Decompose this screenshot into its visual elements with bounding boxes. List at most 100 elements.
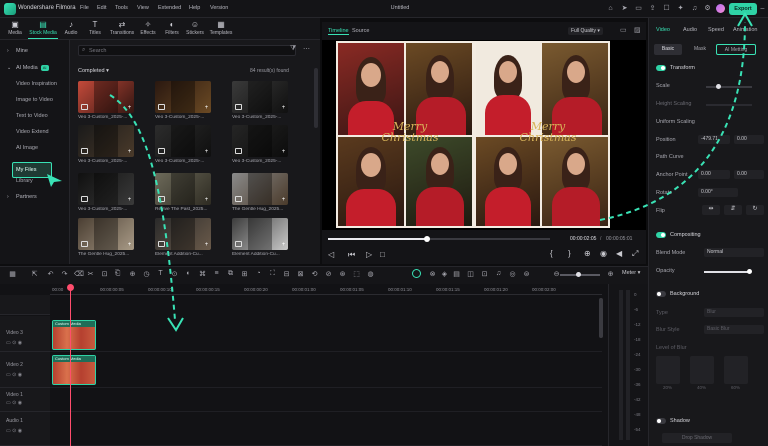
- opacity-slider-knob[interactable]: [747, 269, 752, 274]
- send-icon[interactable]: ➤: [620, 4, 629, 13]
- tab-transitions[interactable]: ⇄ Transitions: [108, 20, 136, 39]
- add-icon[interactable]: +: [203, 149, 210, 156]
- tab-titles[interactable]: T Titles: [84, 20, 106, 39]
- fullscreen-icon[interactable]: ⛶: [268, 270, 277, 278]
- menu-tools[interactable]: Tools: [115, 5, 128, 11]
- tab-animation[interactable]: Animation: [733, 27, 757, 33]
- menu-extended[interactable]: Extended: [158, 5, 181, 11]
- menu-edit[interactable]: Edit: [97, 5, 106, 11]
- scale-slider-knob[interactable]: [716, 84, 721, 89]
- speed-icon[interactable]: ◷: [142, 270, 151, 278]
- notification-icon[interactable]: ♫: [690, 4, 699, 13]
- loop-icon[interactable]: ⟲: [310, 270, 319, 278]
- track-controls-icon[interactable]: ▭ ⊙ ◉: [6, 340, 22, 346]
- flip-vertical-icon[interactable]: ⇵: [724, 205, 742, 215]
- shortcut-icon[interactable]: ⌘: [198, 270, 207, 278]
- subtitle-icon[interactable]: ▤: [452, 270, 461, 278]
- keyframe-icon[interactable]: ⊙: [170, 270, 179, 278]
- frame-icon[interactable]: ⬚: [352, 270, 361, 278]
- track-lane-video2[interactable]: [50, 352, 602, 388]
- tab-video[interactable]: Video: [656, 27, 670, 33]
- gift-icon[interactable]: ✦: [676, 4, 685, 13]
- select-icon[interactable]: ⇱: [30, 270, 39, 278]
- freeze-icon[interactable]: ⊠: [296, 270, 305, 278]
- timer-icon[interactable]: ◔: [254, 270, 263, 277]
- tab-audio-props[interactable]: Audio: [683, 27, 697, 33]
- menu-file[interactable]: File: [80, 5, 89, 11]
- media-thumbnail[interactable]: +: [78, 218, 134, 250]
- track-controls-icon[interactable]: ▭ ⊙ ◉: [6, 372, 22, 378]
- add-icon[interactable]: +: [203, 242, 210, 249]
- plus-icon[interactable]: ⊗: [428, 270, 437, 278]
- tab-effects[interactable]: ✧ Effects: [137, 20, 159, 39]
- add-marker-icon[interactable]: ⊕: [128, 270, 137, 278]
- blur-preset-60[interactable]: 60%: [724, 356, 748, 390]
- ai-tool-icon[interactable]: [412, 269, 421, 278]
- media-thumbnail[interactable]: +: [155, 218, 211, 250]
- compositing-toggle[interactable]: [656, 232, 666, 238]
- track-lane-video1[interactable]: [50, 388, 602, 412]
- sidebar-item-text-to-video[interactable]: Text to Video: [4, 111, 66, 122]
- redo-icon[interactable]: ↷: [60, 270, 69, 278]
- tab-filters[interactable]: ◐ Filters: [161, 20, 183, 39]
- flip-rotate-icon[interactable]: ↻: [746, 205, 764, 215]
- add-icon[interactable]: +: [203, 105, 210, 112]
- sidebar-item-video-inspiration[interactable]: Video Inspiration: [4, 79, 66, 90]
- section-completed[interactable]: Completed ▾: [78, 68, 109, 74]
- zoom-in-icon[interactable]: ⊕: [606, 270, 615, 278]
- step-back-icon[interactable]: ◁: [328, 250, 334, 259]
- effect-icon[interactable]: ⊛: [338, 270, 347, 278]
- zoom-icon[interactable]: ⊕: [584, 249, 591, 258]
- mute-icon[interactable]: ⊘: [324, 270, 333, 278]
- sidebar-item-ai-media[interactable]: ⌄ AI Media AI: [4, 63, 66, 74]
- export-button[interactable]: Export: [729, 3, 757, 15]
- upload-icon[interactable]: ⇪: [648, 4, 657, 13]
- subtab-mask[interactable]: Mask: [688, 44, 712, 55]
- copy-icon[interactable]: ⎗: [113, 270, 122, 278]
- bookmark-icon[interactable]: ▭: [634, 4, 643, 13]
- snapshot-icon[interactable]: ▭: [620, 26, 627, 34]
- text-icon[interactable]: T: [156, 270, 165, 277]
- color-icon[interactable]: ◐: [184, 270, 193, 277]
- ai-icon-2[interactable]: ◈: [440, 270, 449, 278]
- speed-ramp-icon[interactable]: ◎: [508, 270, 517, 278]
- tab-timeline-preview[interactable]: Timeline: [328, 28, 349, 35]
- minimize-icon[interactable]: –: [758, 4, 767, 13]
- music-icon[interactable]: ♫: [494, 270, 503, 277]
- media-thumbnail[interactable]: +: [78, 81, 134, 113]
- fullscreen-icon[interactable]: ⤢: [632, 249, 638, 259]
- media-thumbnail[interactable]: +: [78, 125, 134, 157]
- image-icon[interactable]: ▨: [634, 26, 641, 34]
- rewind-icon[interactable]: ⏮: [348, 250, 355, 260]
- tab-stock-media[interactable]: ▤ Stock Media: [28, 20, 58, 39]
- avatar[interactable]: [716, 4, 725, 13]
- shadow-toggle[interactable]: [656, 418, 666, 424]
- flip-horizontal-icon[interactable]: ⇹: [702, 205, 720, 215]
- media-thumbnail[interactable]: +: [155, 81, 211, 113]
- timeline-ruler[interactable]: 00:00 00:00:00:05 00:00:00:10 00:00:00:15 00…: [50, 285, 602, 295]
- add-icon[interactable]: +: [126, 149, 133, 156]
- scale-slider[interactable]: [706, 86, 752, 88]
- camera-icon[interactable]: ◉: [600, 249, 607, 258]
- blend-mode-select[interactable]: Normal: [704, 248, 764, 257]
- tab-media[interactable]: ▣ Media: [4, 20, 26, 39]
- track-controls-icon[interactable]: ▭ ⊙ ◉: [6, 400, 22, 406]
- opacity-slider[interactable]: [704, 271, 750, 273]
- subtab-ai[interactable]: AI Metting: [716, 44, 756, 55]
- blur-preset-40[interactable]: 40%: [690, 356, 714, 390]
- track-icon[interactable]: ◫: [466, 270, 475, 278]
- media-thumbnail[interactable]: +: [232, 218, 288, 250]
- timeline-clip[interactable]: Custom Media: [52, 320, 96, 350]
- add-icon[interactable]: +: [280, 105, 287, 112]
- add-icon[interactable]: +: [126, 242, 133, 249]
- add-icon[interactable]: +: [203, 197, 210, 204]
- filter-icon[interactable]: ⧩: [290, 45, 296, 53]
- height-scaling-slider[interactable]: [706, 104, 752, 106]
- tab-audio[interactable]: ♪ Audio: [60, 20, 82, 39]
- transform-toggle[interactable]: [656, 65, 666, 71]
- quality-select[interactable]: Full Quality ▾: [568, 27, 603, 35]
- media-thumbnail[interactable]: +: [155, 125, 211, 157]
- add-icon[interactable]: +: [280, 242, 287, 249]
- background-toggle[interactable]: [656, 291, 666, 297]
- timeline-clip[interactable]: Custom Media: [52, 355, 96, 385]
